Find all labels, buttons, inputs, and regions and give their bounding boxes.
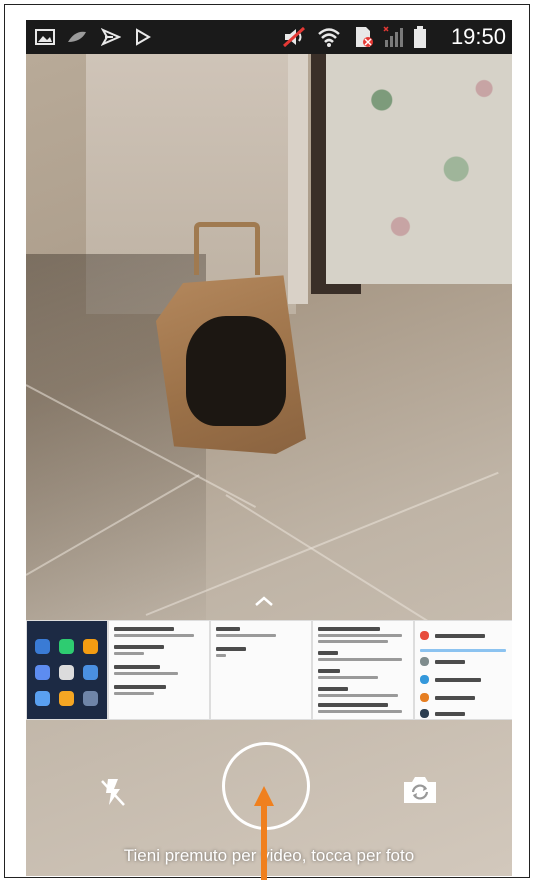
scene-wall-edge (288, 54, 308, 304)
recent-apps-strip (26, 620, 512, 720)
scene-curtain (326, 54, 512, 284)
flash-off-icon[interactable] (96, 775, 130, 809)
app-icon (35, 665, 50, 680)
recent-app-thumb-settings[interactable] (108, 620, 210, 720)
app-icon (83, 691, 98, 706)
recent-app-thumb-contacts[interactable] (414, 620, 512, 720)
sim-disabled-icon (350, 27, 376, 47)
signal-icon (382, 26, 406, 47)
status-bar: 19:50 (26, 20, 512, 54)
paper-bag-contents (186, 316, 286, 426)
app-icon (35, 691, 50, 706)
app-icon (59, 691, 74, 706)
recent-app-thumb-info[interactable] (312, 620, 414, 720)
phone-screen: 19:50 Tieni premuto per video, tocca per… (26, 20, 512, 876)
app-icon (83, 665, 98, 680)
recent-app-thumb-sms[interactable] (210, 620, 312, 720)
app-icon (59, 639, 74, 654)
recent-app-thumb-home[interactable] (26, 620, 108, 720)
play-store-icon (132, 27, 154, 47)
wifi-icon (316, 27, 342, 47)
app-icon (35, 639, 50, 654)
battery-icon (412, 26, 428, 48)
app-icon (83, 639, 98, 654)
status-time: 19:50 (450, 24, 506, 49)
paper-bag-handle (194, 222, 260, 275)
arrow-up-icon (254, 786, 274, 880)
gallery-icon (34, 27, 56, 47)
leaf-icon (66, 27, 88, 47)
mute-icon (282, 27, 308, 47)
chevron-up-icon[interactable] (254, 595, 274, 607)
switch-camera-icon[interactable] (402, 775, 438, 805)
app-icon (59, 665, 74, 680)
cast-icon (100, 27, 122, 47)
